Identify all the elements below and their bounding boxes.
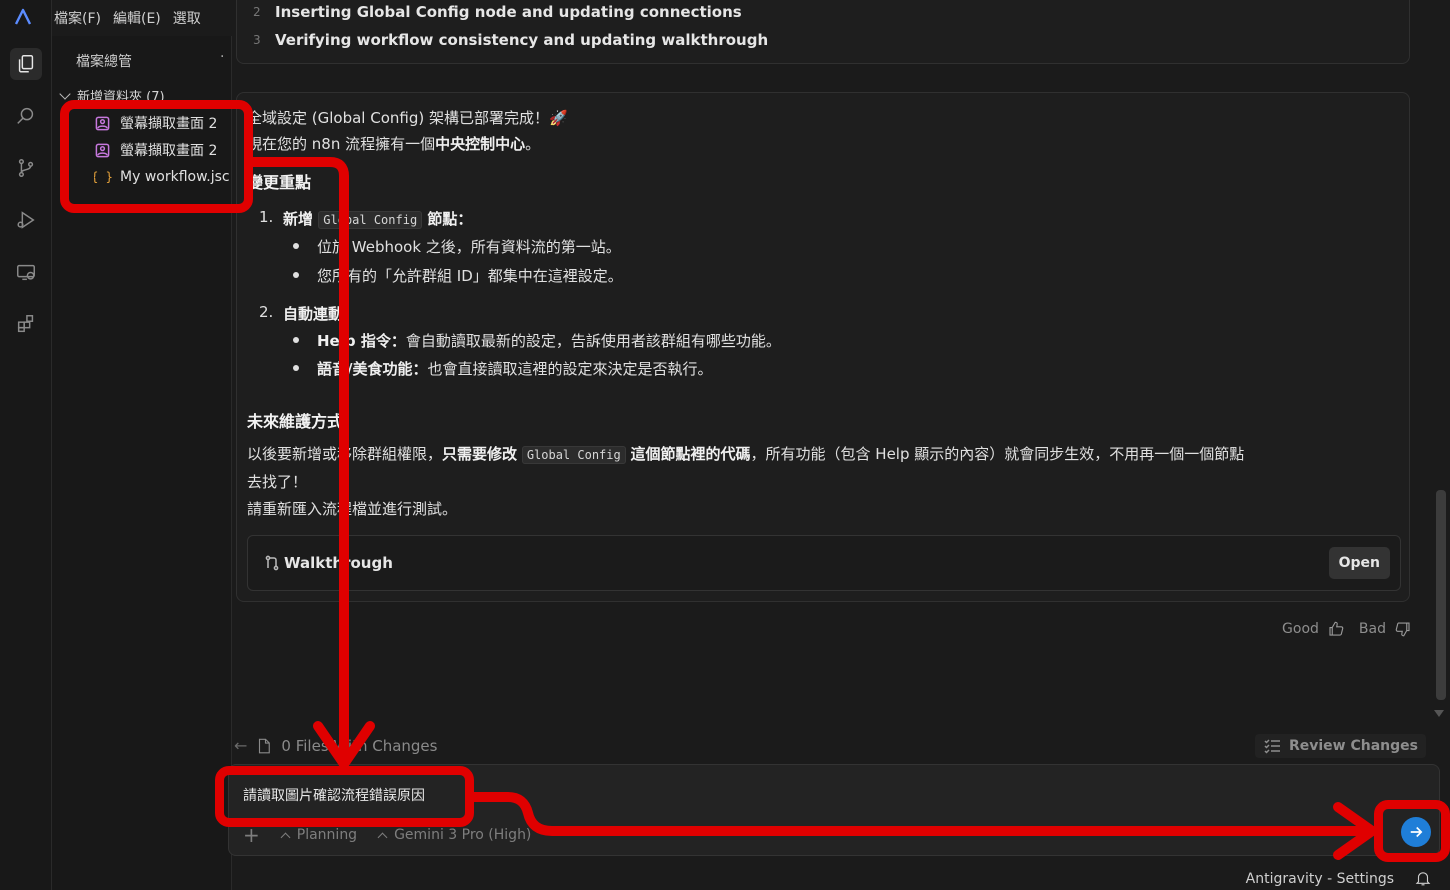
- arrow-left-icon[interactable]: ←: [234, 736, 247, 755]
- bullet: [293, 243, 299, 249]
- input-toolbar: + Planning Gemini 3 Pro (High): [243, 823, 553, 847]
- chevron-up-icon: [377, 832, 388, 842]
- list-bullet-text: 語音/美食功能：也會直接讀取這裡的設定來決定是否執行。: [317, 360, 713, 378]
- file-item[interactable]: 螢幕擷取畫面 2: [94, 139, 230, 161]
- bullet: [293, 365, 299, 371]
- file-item[interactable]: { } My workflow.jsc: [94, 166, 230, 188]
- task-step-number: 3: [253, 33, 261, 47]
- extensions-icon[interactable]: [10, 308, 42, 340]
- paragraph-text: 去找了！: [247, 473, 308, 491]
- chevron-down-icon: [59, 88, 71, 100]
- task-step: 3 Verifying workflow consistency and upd…: [253, 31, 768, 49]
- walkthrough-label: Walkthrough: [264, 554, 393, 572]
- list-bullet-text: Help 指令：會自動讀取最新的設定，告訴使用者該群組有哪些功能。: [317, 332, 781, 350]
- list-bullet-text: 位於 Webhook 之後，所有資料流的第一站。: [317, 238, 621, 256]
- explorer-title: 檔案總管: [76, 54, 132, 70]
- task-step: 2 Inserting Global Config node and updat…: [253, 3, 742, 21]
- file-icon: [259, 738, 271, 753]
- feedback-bar: Good Bad: [1282, 620, 1412, 638]
- inline-code: Global Config: [521, 446, 626, 464]
- status-bar: Antigravity - Settings: [232, 866, 1450, 890]
- review-list-icon: [1264, 739, 1280, 754]
- task-step-number: 2: [253, 5, 261, 19]
- folder-item[interactable]: 新增資料夾 (7): [58, 86, 165, 104]
- file-name: My workflow.jsc: [120, 169, 230, 185]
- menu-file[interactable]: 檔案(F): [52, 8, 111, 28]
- planning-mode-dropdown[interactable]: Planning: [280, 827, 357, 843]
- open-button[interactable]: Open: [1328, 547, 1390, 579]
- scrollbar-thumb[interactable]: [1436, 490, 1446, 700]
- file-changes-bar: ← 0 Files With Changes Review Changes: [232, 732, 1450, 760]
- paragraph-text: 以後要新增或移除群組權限，只需要修改 Global Config 這個節點裡的代…: [247, 445, 1245, 464]
- file-changes-summary: ← 0 Files With Changes: [234, 736, 437, 755]
- good-label[interactable]: Good: [1282, 621, 1319, 637]
- antigravity-logo-icon: [12, 6, 34, 28]
- search-icon[interactable]: [10, 100, 42, 132]
- image-file-icon: [94, 115, 110, 131]
- list-item-title: 自動連動：: [283, 305, 359, 323]
- bell-icon[interactable]: [1414, 869, 1432, 887]
- settings-link[interactable]: Antigravity - Settings: [1246, 871, 1394, 887]
- review-changes-button[interactable]: Review Changes: [1254, 734, 1426, 758]
- task-step-text: Verifying workflow consistency and updat…: [275, 31, 769, 49]
- walkthrough-artifact-card[interactable]: Walkthrough Open: [247, 535, 1401, 591]
- menu-edit[interactable]: 編輯(E): [111, 8, 171, 28]
- explorer-sidebar: 檔案總管 · 新增資料夾 (7) 螢幕擷取畫面 2 螢幕擷取畫面 2 { } M…: [52, 36, 232, 890]
- task-progress-card: 2 Inserting Global Config node and updat…: [236, 0, 1410, 64]
- thumbs-down-icon[interactable]: [1394, 620, 1412, 638]
- agent-chat-panel: 2 Inserting Global Config node and updat…: [228, 0, 1450, 890]
- list-number: 1.: [259, 208, 274, 226]
- assistant-message: 全域設定 (Global Config) 架構已部署完成！🚀 現在您的 n8n …: [236, 92, 1410, 602]
- image-file-icon: [94, 142, 110, 158]
- task-step-text: Inserting Global Config node and updatin…: [275, 3, 742, 21]
- activity-bar: [0, 0, 52, 890]
- bullet: [293, 272, 299, 278]
- menu-selection[interactable]: 選取: [171, 8, 211, 28]
- chat-input-text[interactable]: 請讀取圖片確認流程錯誤原因: [243, 785, 425, 805]
- section-heading: 未來維護方式: [247, 412, 344, 431]
- list-item-title: 新增 Global Config 節點：: [283, 210, 473, 229]
- inline-code: Global Config: [318, 211, 423, 229]
- bad-label[interactable]: Bad: [1359, 621, 1386, 637]
- folder-label: 新增資料夾 (7): [77, 90, 165, 104]
- list-number: 2.: [259, 303, 274, 321]
- chevron-up-icon: [280, 832, 291, 842]
- send-button[interactable]: [1401, 817, 1431, 847]
- walkthrough-icon: [265, 555, 279, 571]
- arrow-right-icon: [1410, 826, 1423, 838]
- source-control-icon[interactable]: [10, 152, 42, 184]
- file-changes-label: 0 Files With Changes: [281, 736, 438, 755]
- scroll-down-arrow-icon[interactable]: [1434, 710, 1444, 717]
- bullet: [293, 337, 299, 343]
- message-line: 全域設定 (Global Config) 架構已部署完成！🚀: [247, 109, 568, 127]
- thumbs-up-icon[interactable]: [1327, 620, 1345, 638]
- model-selector-dropdown[interactable]: Gemini 3 Pro (High): [377, 827, 531, 843]
- file-item[interactable]: 螢幕擷取畫面 2: [94, 112, 230, 134]
- run-debug-icon[interactable]: [10, 204, 42, 236]
- json-file-icon: { }: [94, 170, 113, 184]
- explorer-files-icon[interactable]: [10, 48, 42, 80]
- file-name: 螢幕擷取畫面 2: [120, 143, 218, 159]
- list-bullet-text: 您所有的「允許群組 ID」都集中在這裡設定。: [317, 267, 623, 285]
- chat-input-box[interactable]: 請讀取圖片確認流程錯誤原因 + Planning Gemini 3 Pro (H…: [228, 764, 1440, 856]
- message-line: 現在您的 n8n 流程擁有一個中央控制中心。: [247, 135, 541, 153]
- remote-explorer-icon[interactable]: [10, 256, 42, 288]
- paragraph-text: 請重新匯入流程檔並進行測試。: [247, 500, 458, 518]
- section-heading: 變更重點: [247, 173, 312, 192]
- add-context-icon[interactable]: +: [243, 823, 260, 847]
- file-name: 螢幕擷取畫面 2: [120, 116, 218, 132]
- menu-bar: 檔案(F) 編輯(E) 選取: [52, 0, 232, 36]
- explorer-more-icon[interactable]: ·: [220, 49, 224, 65]
